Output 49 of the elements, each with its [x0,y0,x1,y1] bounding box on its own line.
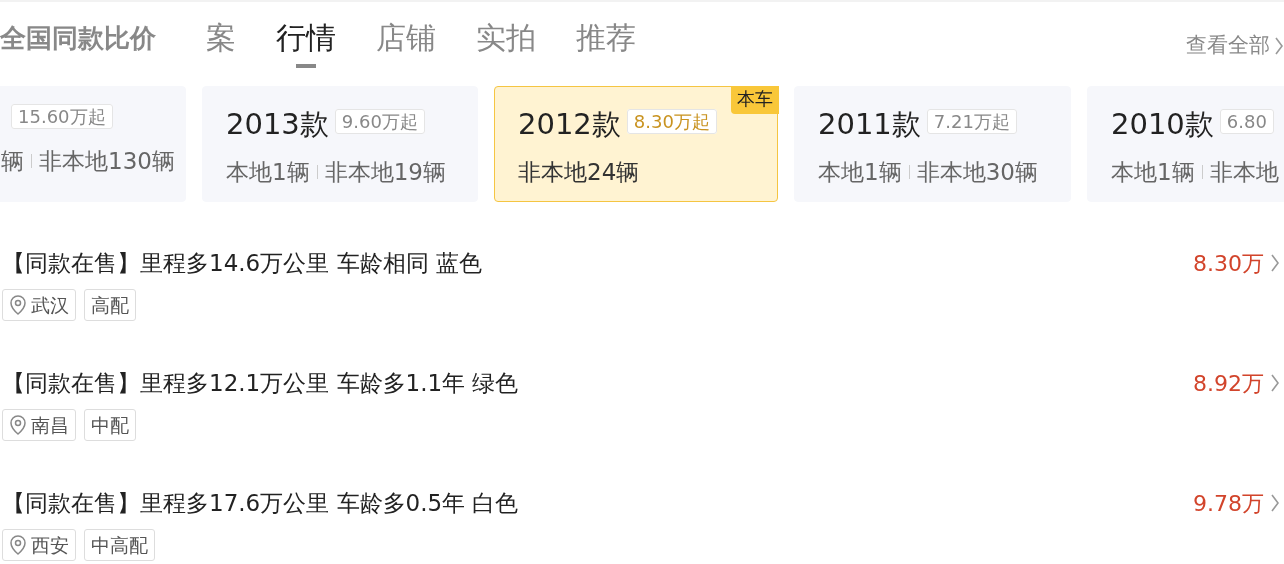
local-count: 本地1辆 [226,157,310,187]
chevron-right-icon [1274,35,1284,56]
nonlocal-count: 非本地24辆 [518,157,640,187]
city-tag: 武汉 [2,288,76,321]
tab[interactable]: 推荐 [576,18,636,68]
view-all-link[interactable]: 查看全部 [1186,30,1284,62]
local-count: 本地1辆 [818,157,902,187]
trim-tag: 中高配 [84,528,155,561]
version-card[interactable]: 2012款 $^{8.30万起}$ 非本地24辆 本车 [494,86,778,202]
listing-title: 【同款在售】里程多12.1万公里 车龄多1.1年 绿色 [2,369,519,398]
version-card[interactable]: 2010款 $^{6.80}$ 本地1辆 非本地 [1087,86,1284,202]
listing-price[interactable]: 9.78万 [1193,486,1280,520]
nonlocal-count: 非本地30辆 [916,157,1038,187]
city-tag: 南昌 [2,408,76,441]
version-year: 2010款 [1111,107,1214,141]
version-year: 2012款 [518,107,621,141]
price-tag: 9.60万起 [334,109,425,134]
price-tag: 15.60万起 [11,104,113,129]
listing-price[interactable]: 8.30万 [1193,246,1280,280]
location-pin-icon [9,414,27,435]
local-count: 本地1辆 [1111,157,1195,187]
city-tag: 西安 [2,528,76,561]
nonlocal-count: 非本地19辆 [324,157,446,187]
trim-tag: 高配 [84,288,136,321]
listing-price[interactable]: 8.92万 [1193,366,1280,400]
listing-title: 【同款在售】里程多17.6万公里 车龄多0.5年 白色 [2,489,519,518]
tab[interactable]: 行情 [276,18,336,68]
trim-tag: 中配 [84,408,136,441]
tab[interactable]: 案 [206,18,236,68]
chevron-right-icon [1270,253,1280,274]
price-tag: 7.21万起 [926,109,1017,134]
price-tag: 6.80 [1219,109,1274,134]
current-car-badge: 本车 [731,86,779,114]
version-year: 2013款 [226,107,329,141]
tab[interactable]: 店铺 [376,18,436,68]
price-tag: 8.30万起 [626,109,717,134]
section-title: 全国同款比价 [0,22,156,55]
location-pin-icon [9,294,27,315]
version-card[interactable]: 2013款 $^{9.60万起}$ 本地1辆 非本地19辆 [202,86,478,202]
version-card[interactable]: 2011款 $^{7.21万起}$ 本地1辆 非本地30辆 [794,86,1071,202]
location-pin-icon [9,534,27,555]
tab[interactable]: 实拍 [476,18,536,68]
chevron-right-icon [1270,493,1280,514]
listing-title: 【同款在售】里程多14.6万公里 车龄相同 蓝色 [2,249,482,278]
nonlocal-count: 非本地130辆 [39,147,175,176]
version-year: 2011款 [818,107,921,141]
local-count: 辆 [1,147,24,176]
chevron-right-icon [1270,373,1280,394]
nonlocal-count: 非本地 [1209,157,1279,187]
